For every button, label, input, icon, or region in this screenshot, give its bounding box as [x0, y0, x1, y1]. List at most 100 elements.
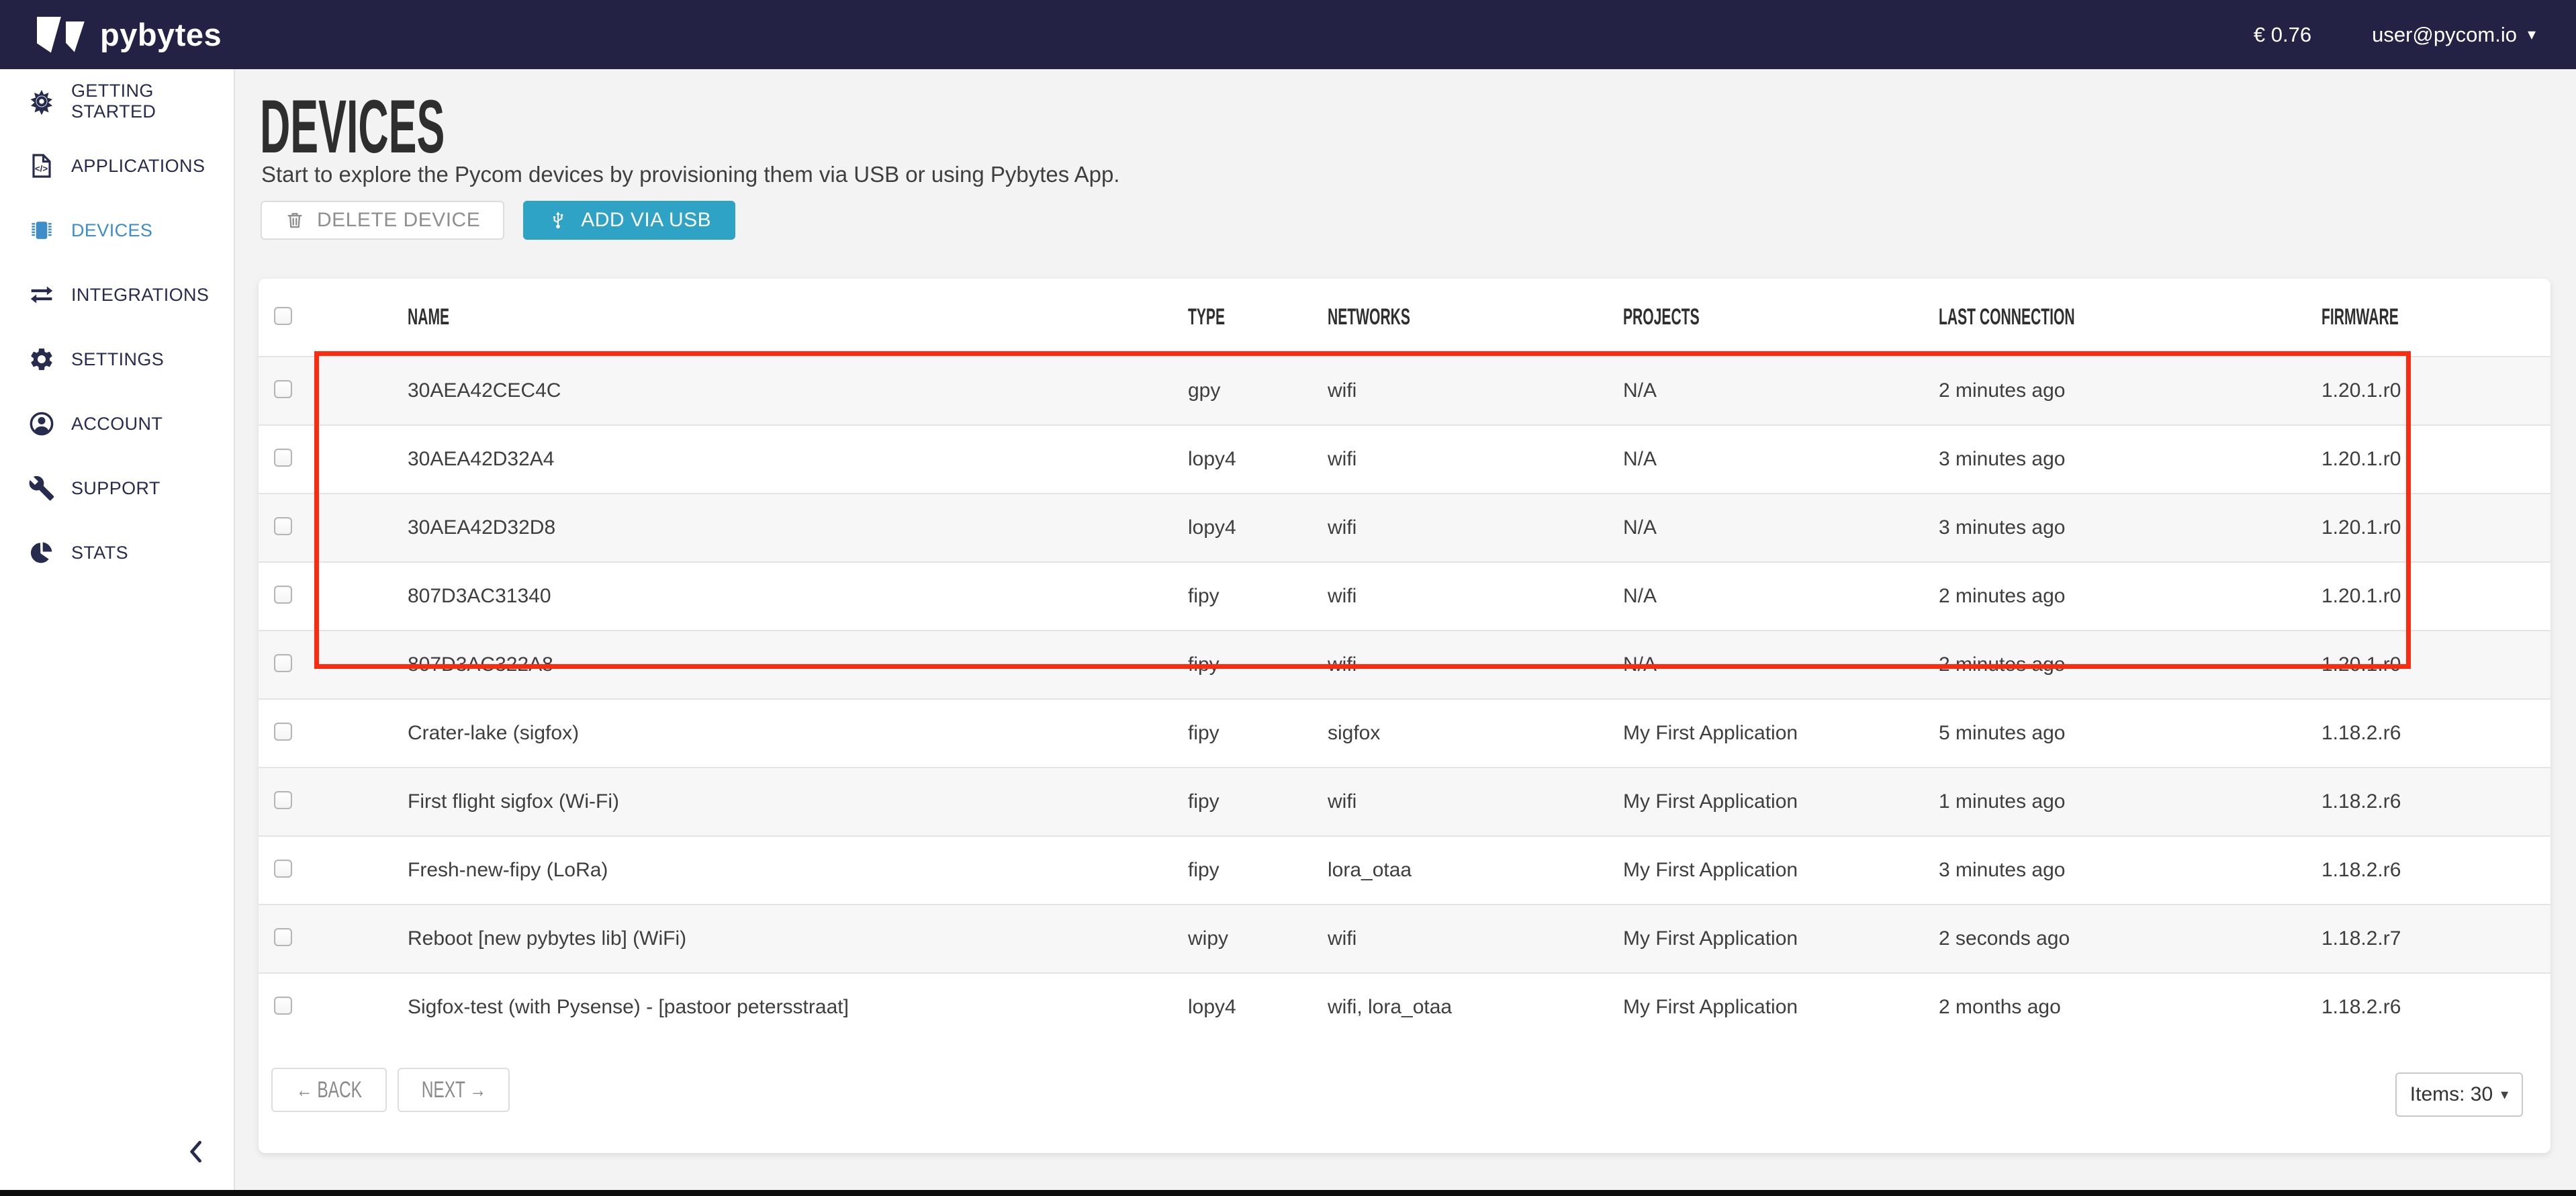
support-icon: [28, 475, 55, 502]
cell-last-connection: 3 minutes ago: [1939, 859, 2321, 882]
row-checkbox[interactable]: [274, 449, 292, 467]
row-checkbox[interactable]: [274, 860, 292, 878]
account-balance: € 0.76: [2254, 23, 2311, 47]
settings-icon: [28, 346, 55, 373]
cell-firmware: 1.20.1.r0: [2321, 379, 2550, 402]
table-row[interactable]: 30AEA42D32A4lopy4wifiN/A3 minutes ago1.2…: [259, 424, 2550, 493]
row-checkbox-cell: [259, 997, 408, 1018]
row-checkbox-cell: [259, 654, 408, 676]
sidebar-item-settings[interactable]: SETTINGS: [0, 327, 234, 392]
cell-last-connection: 2 seconds ago: [1939, 927, 2321, 950]
cell-name: 30AEA42CEC4C: [408, 379, 1188, 402]
cell-type: lopy4: [1188, 516, 1328, 539]
cell-last-connection: 2 minutes ago: [1939, 653, 2321, 676]
add-via-usb-label: ADD VIA USB: [581, 209, 711, 232]
cell-projects: My First Application: [1623, 996, 1939, 1019]
delete-device-button[interactable]: DELETE DEVICE: [261, 201, 504, 240]
row-checkbox[interactable]: [274, 928, 292, 946]
devices-icon: [28, 217, 55, 244]
row-checkbox-cell: [259, 723, 408, 744]
cell-name: Fresh-new-fipy (LoRa): [408, 859, 1188, 882]
column-header-last-connection: LAST CONNECTION: [1939, 304, 2321, 330]
table-row[interactable]: First flight sigfox (Wi-Fi)fipywifiMy Fi…: [259, 767, 2550, 835]
table-row[interactable]: 807D3AC322A8fipywifiN/A2 minutes ago1.20…: [259, 630, 2550, 698]
cell-type: wipy: [1188, 927, 1328, 950]
sidebar-item-label: SUPPORT: [71, 478, 160, 499]
pycom-logo-icon: [37, 17, 61, 53]
cell-last-connection: 2 months ago: [1939, 996, 2321, 1019]
table-row[interactable]: Fresh-new-fipy (LoRa)fipylora_otaaMy Fir…: [259, 835, 2550, 904]
cell-projects: N/A: [1623, 379, 1939, 402]
brand-logo[interactable]: pybytes: [37, 16, 222, 53]
row-checkbox-cell: [259, 791, 408, 813]
cell-networks: wifi: [1328, 790, 1623, 813]
row-checkbox[interactable]: [274, 997, 292, 1015]
pycom-logo-icon: [66, 21, 85, 52]
add-via-usb-button[interactable]: ADD VIA USB: [523, 201, 735, 240]
row-checkbox[interactable]: [274, 654, 292, 672]
table-row[interactable]: Sigfox-test (with Pysense) - [pastoor pe…: [259, 972, 2550, 1041]
row-checkbox[interactable]: [274, 791, 292, 809]
cell-type: lopy4: [1188, 996, 1328, 1019]
table-header: NAMETYPENETWORKSPROJECTSLAST CONNECTIONF…: [259, 279, 2550, 356]
sidebar-item-applications[interactable]: </>APPLICATIONS: [0, 134, 234, 198]
cell-networks: sigfox: [1328, 722, 1623, 745]
cell-projects: N/A: [1623, 653, 1939, 676]
column-header-type: TYPE: [1188, 304, 1328, 330]
cell-last-connection: 3 minutes ago: [1939, 516, 2321, 539]
cell-type: fipy: [1188, 790, 1328, 813]
table-row[interactable]: Reboot [new pybytes lib] (WiFi)wipywifiM…: [259, 904, 2550, 972]
sidebar-item-label: ACCOUNT: [71, 414, 163, 434]
sidebar-item-label: SETTINGS: [71, 349, 164, 370]
cell-firmware: 1.20.1.r0: [2321, 516, 2550, 539]
select-all-checkbox[interactable]: [274, 307, 292, 325]
row-checkbox-cell: [259, 860, 408, 881]
cell-networks: wifi: [1328, 653, 1623, 676]
usb-icon: [547, 210, 569, 231]
cell-type: fipy: [1188, 859, 1328, 882]
table-row[interactable]: 30AEA42D32D8lopy4wifiN/A3 minutes ago1.2…: [259, 493, 2550, 561]
delete-device-label: DELETE DEVICE: [317, 209, 480, 232]
cell-firmware: 1.18.2.r6: [2321, 996, 2550, 1019]
sidebar-item-label: STATS: [71, 543, 128, 563]
cell-last-connection: 1 minutes ago: [1939, 790, 2321, 813]
items-per-page-dropdown[interactable]: Items: 30 ▾: [2395, 1072, 2523, 1117]
row-checkbox[interactable]: [274, 517, 292, 535]
cell-networks: wifi, lora_otaa: [1328, 996, 1623, 1019]
cell-name: Crater-lake (sigfox): [408, 722, 1188, 745]
user-menu[interactable]: user@pycom.io ▾: [2372, 23, 2536, 47]
cell-networks: wifi: [1328, 585, 1623, 608]
sidebar-item-account[interactable]: ACCOUNT: [0, 392, 234, 456]
svg-text:</>: </>: [35, 164, 48, 174]
sidebar-collapse-button[interactable]: [179, 1134, 215, 1170]
next-button[interactable]: NEXT →: [398, 1068, 510, 1112]
table-row[interactable]: Crater-lake (sigfox)fipysigfoxMy First A…: [259, 698, 2550, 767]
cell-firmware: 1.18.2.r6: [2321, 859, 2550, 882]
user-email: user@pycom.io: [2372, 23, 2517, 47]
sidebar-item-label: INTEGRATIONS: [71, 285, 209, 306]
back-button[interactable]: ← BACK: [271, 1068, 387, 1112]
sidebar-item-support[interactable]: SUPPORT: [0, 456, 234, 520]
row-checkbox[interactable]: [274, 380, 292, 398]
sidebar-item-integrations[interactable]: INTEGRATIONS: [0, 263, 234, 327]
pagination: ← BACK NEXT → Items: 30 ▾: [259, 1041, 2550, 1153]
integrations-icon: [28, 281, 55, 308]
cell-networks: wifi: [1328, 448, 1623, 471]
column-header-name: NAME: [408, 304, 1188, 330]
row-checkbox-cell: [259, 380, 408, 402]
cell-networks: wifi: [1328, 379, 1623, 402]
row-checkbox[interactable]: [274, 586, 292, 604]
account-icon: [28, 410, 55, 437]
sidebar-item-getting-started[interactable]: GETTING STARTED: [0, 69, 234, 134]
table-row[interactable]: 807D3AC31340fipywifiN/A2 minutes ago1.20…: [259, 561, 2550, 630]
sidebar-item-devices[interactable]: DEVICES: [0, 198, 234, 263]
chevron-left-icon: [182, 1137, 212, 1166]
cell-firmware: 1.18.2.r6: [2321, 722, 2550, 745]
cell-name: Reboot [new pybytes lib] (WiFi): [408, 927, 1188, 950]
column-header-networks: NETWORKS: [1328, 304, 1623, 330]
sidebar-item-stats[interactable]: STATS: [0, 520, 234, 585]
cell-type: lopy4: [1188, 448, 1328, 471]
row-checkbox[interactable]: [274, 723, 292, 741]
chevron-down-icon: ▾: [2528, 25, 2536, 44]
table-row[interactable]: 30AEA42CEC4CgpywifiN/A2 minutes ago1.20.…: [259, 356, 2550, 424]
